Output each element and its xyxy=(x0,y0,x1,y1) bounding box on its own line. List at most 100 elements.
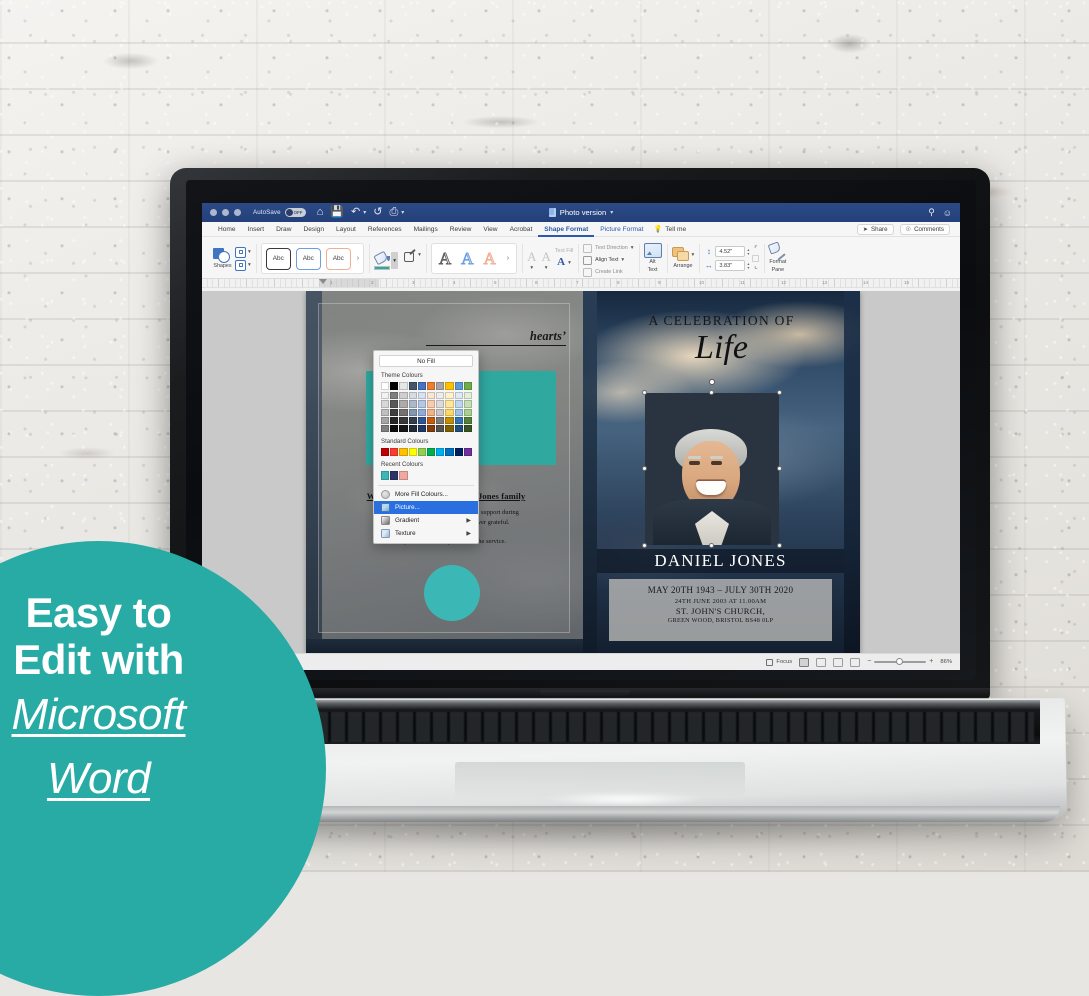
colour-swatch[interactable] xyxy=(390,408,399,416)
colour-swatch[interactable] xyxy=(463,400,472,408)
edit-shape-button[interactable]: ▾ xyxy=(235,246,251,258)
colour-swatch[interactable] xyxy=(390,471,399,480)
menu-item-more-fill-colours[interactable]: More Fill Colours... xyxy=(374,488,478,501)
deceased-name-band[interactable]: DANIEL JONES xyxy=(597,549,844,573)
focus-view-button[interactable] xyxy=(833,657,844,667)
colour-swatch[interactable] xyxy=(426,400,436,408)
tab-picture-format[interactable]: Picture Format xyxy=(594,222,649,237)
outline-view-button[interactable] xyxy=(850,657,861,667)
shape-height-input[interactable]: 4.52" xyxy=(715,246,746,257)
colour-swatch[interactable] xyxy=(426,448,436,457)
colour-swatch[interactable] xyxy=(399,448,408,457)
theme-colours-tint-grid[interactable] xyxy=(374,392,478,433)
draw-textbox-button[interactable]: ▾ xyxy=(235,259,251,271)
colour-swatch[interactable] xyxy=(408,448,417,457)
minimize-window-button[interactable] xyxy=(222,209,229,216)
tab-layout[interactable]: Layout xyxy=(330,222,362,237)
colour-swatch[interactable] xyxy=(445,392,454,400)
colour-swatch[interactable] xyxy=(390,448,399,457)
colour-swatch[interactable] xyxy=(381,448,390,457)
shape-fill-dropdown-button[interactable]: ▾ xyxy=(391,252,399,270)
search-icon[interactable]: ⚲ xyxy=(928,207,935,218)
wordart-style-1[interactable]: A xyxy=(438,250,451,268)
chevron-down-icon[interactable]: ▾ xyxy=(248,262,251,268)
colour-swatch[interactable] xyxy=(408,408,417,416)
colour-swatch[interactable] xyxy=(399,392,408,400)
width-spinner[interactable]: ▴ ▾ xyxy=(747,261,749,269)
colour-swatch[interactable] xyxy=(381,400,390,408)
zoom-out-button[interactable]: − xyxy=(867,658,871,665)
colour-swatch[interactable] xyxy=(381,424,390,433)
tab-draw[interactable]: Draw xyxy=(270,222,297,237)
resize-handle-top-right[interactable] xyxy=(777,390,782,395)
colour-swatch[interactable] xyxy=(463,408,472,416)
colour-swatch[interactable] xyxy=(445,416,454,424)
resize-handle-middle-left[interactable] xyxy=(642,466,647,471)
rotation-handle[interactable] xyxy=(709,379,715,385)
tab-shape-format[interactable]: Shape Format xyxy=(538,222,594,237)
resize-handle-top-center[interactable] xyxy=(709,390,714,395)
colour-swatch[interactable] xyxy=(390,400,399,408)
colour-swatch[interactable] xyxy=(463,424,472,433)
alt-text-button[interactable]: Alt Text xyxy=(643,243,662,273)
colour-swatch[interactable] xyxy=(390,382,399,391)
colour-swatch[interactable] xyxy=(417,424,426,433)
colour-swatch[interactable] xyxy=(381,382,390,391)
colour-swatch[interactable] xyxy=(426,408,436,416)
colour-swatch[interactable] xyxy=(399,416,408,424)
tab-review[interactable]: Review xyxy=(444,222,478,237)
colour-swatch[interactable] xyxy=(454,448,463,457)
shape-fill-dropdown-menu[interactable]: No Fill Theme Colours Standard Colours R… xyxy=(373,350,479,544)
colour-swatch[interactable] xyxy=(399,382,408,391)
close-window-button[interactable] xyxy=(210,209,217,216)
height-spinner[interactable]: ▴ ▾ xyxy=(747,247,749,255)
shape-style-tile-1[interactable]: Abc xyxy=(265,247,291,270)
colour-swatch[interactable] xyxy=(436,448,445,457)
colour-swatch[interactable] xyxy=(463,392,472,400)
service-details-band[interactable]: MAY 20TH 1943 – JULY 30TH 2020 24TH JUNE… xyxy=(609,579,832,641)
colour-swatch[interactable] xyxy=(426,424,436,433)
colour-swatch[interactable] xyxy=(463,416,472,424)
quick-access-toolbar[interactable]: ⌂ 💾 ↶ ▾ ↺ ⎙ ▾ xyxy=(317,207,405,218)
shape-width-input[interactable]: 3.83" xyxy=(715,260,746,271)
tab-acrobat[interactable]: Acrobat xyxy=(504,222,539,237)
chevron-down-icon[interactable]: ▾ xyxy=(631,245,634,251)
colour-swatch[interactable] xyxy=(417,392,426,400)
status-bar-right[interactable]: Focus − + 86% xyxy=(766,657,952,667)
gallery-more-icon[interactable]: › xyxy=(356,255,359,262)
colour-swatch[interactable] xyxy=(408,392,417,400)
resize-handle-middle-right[interactable] xyxy=(777,466,782,471)
chevron-down-icon[interactable]: ▾ xyxy=(248,249,251,255)
crop-top-right-icon[interactable]: ⌜ xyxy=(754,247,757,254)
no-fill-option[interactable]: No Fill xyxy=(379,355,473,367)
resize-handle-bottom-center[interactable] xyxy=(709,543,714,548)
colour-swatch[interactable] xyxy=(445,400,454,408)
text-fill-button[interactable]: A ▾ xyxy=(527,250,536,271)
shapes-button[interactable]: Shapes xyxy=(213,247,232,270)
resize-handle-bottom-left[interactable] xyxy=(642,543,647,548)
undo-dropdown-caret-icon[interactable]: ▾ xyxy=(363,209,366,216)
wordart-style-2[interactable]: A xyxy=(461,250,474,268)
standard-colours-grid[interactable] xyxy=(374,448,478,457)
shape-fill-button[interactable]: ▾ xyxy=(373,250,399,270)
qat-overflow-caret-icon[interactable]: ▾ xyxy=(401,209,404,216)
arrange-button[interactable]: ▾ Arrange xyxy=(671,247,694,270)
text-outline-button[interactable]: A ▾ xyxy=(541,250,550,271)
microsoft-word-window[interactable]: AutoSave OFF ⌂ 💾 ↶ ▾ ↺ ⎙ ▾ Photo version… xyxy=(202,203,960,670)
zoom-track[interactable] xyxy=(874,658,927,666)
resize-handle-top-left[interactable] xyxy=(642,390,647,395)
lock-aspect-checkbox[interactable] xyxy=(752,255,760,262)
share-button[interactable]: ➤ Share xyxy=(856,223,894,235)
colour-swatch[interactable] xyxy=(436,424,445,433)
redo-icon[interactable]: ↺ xyxy=(373,207,382,218)
colour-swatch[interactable] xyxy=(417,416,426,424)
colour-swatch[interactable] xyxy=(399,471,408,480)
document-title-caret-icon[interactable]: ▾ xyxy=(610,209,613,216)
chevron-down-icon[interactable]: ▾ xyxy=(621,257,624,263)
tab-design[interactable]: Design xyxy=(297,222,330,237)
colour-swatch[interactable] xyxy=(408,382,417,391)
autosave-toggle[interactable]: OFF xyxy=(284,208,306,217)
portrait-photo[interactable] xyxy=(645,393,779,545)
colour-swatch[interactable] xyxy=(417,400,426,408)
colour-swatch[interactable] xyxy=(408,400,417,408)
